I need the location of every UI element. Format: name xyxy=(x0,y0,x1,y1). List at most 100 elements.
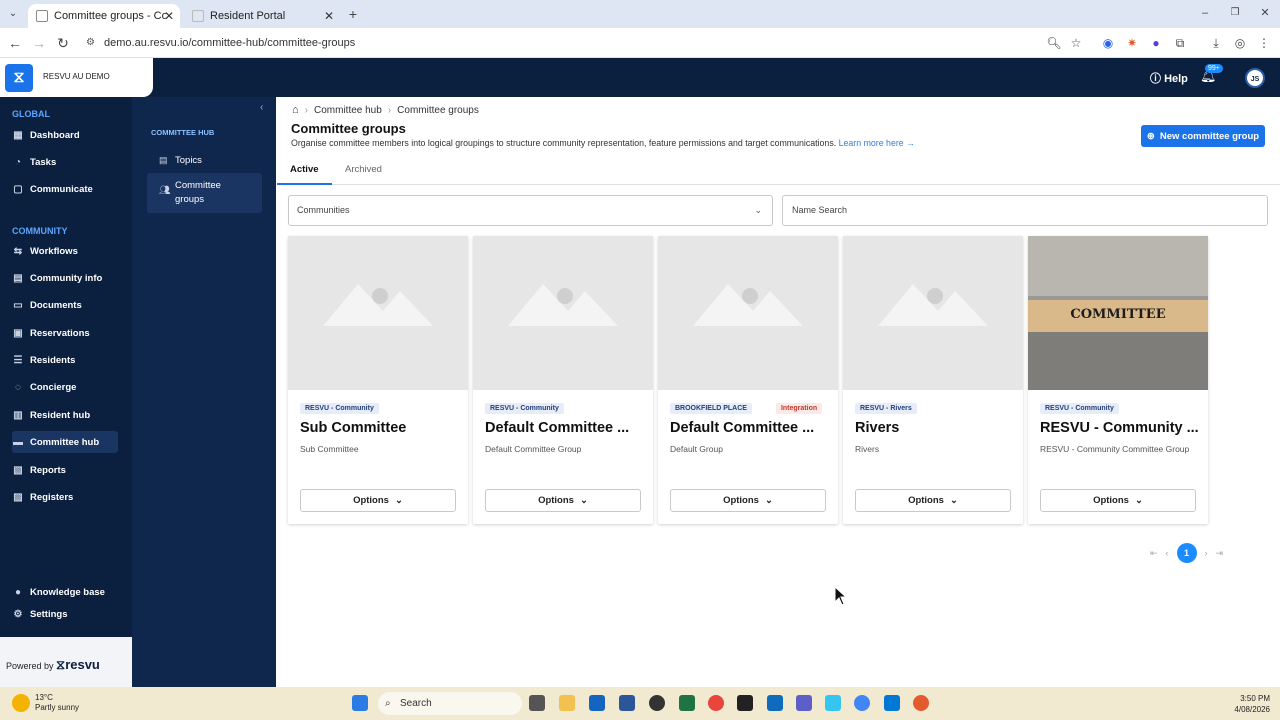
maximize-icon[interactable]: ❐ xyxy=(1226,4,1244,22)
weather-sun-icon xyxy=(12,694,30,712)
system-clock[interactable]: 3:50 PM 4/08/2026 xyxy=(1234,693,1270,715)
weather-widget[interactable]: 13°C Partly sunny xyxy=(12,693,79,713)
collapse-sidebar-icon[interactable]: ‹ xyxy=(260,102,263,113)
options-button[interactable]: Options ⌄ xyxy=(670,489,826,512)
name-search-input[interactable]: Name Search xyxy=(782,195,1268,226)
snipping-tool-icon[interactable] xyxy=(884,695,900,711)
committee-group-card[interactable]: RESVU - Rivers Rivers Rivers Options ⌄ xyxy=(843,236,1023,524)
home-icon[interactable]: ⌂ xyxy=(292,104,299,116)
next-page-icon[interactable]: › xyxy=(1205,548,1208,558)
sidebar-item-reservations[interactable]: ▣ Reservations xyxy=(12,322,118,344)
sidebar-item-resident-hub[interactable]: ▥ Resident hub xyxy=(12,404,118,426)
excel-icon[interactable] xyxy=(679,695,695,711)
options-button[interactable]: Options ⌄ xyxy=(855,489,1011,512)
options-button[interactable]: Options ⌄ xyxy=(1040,489,1196,512)
extension-1-icon[interactable]: ◉ xyxy=(1100,35,1116,51)
forward-icon[interactable]: → xyxy=(30,34,48,52)
sidebar-item-tasks[interactable]: ◔ Tasks xyxy=(12,151,118,173)
committee-group-card[interactable]: RESVU - Community Default Committee ... … xyxy=(473,236,653,524)
windows-taskbar: 13°C Partly sunny ⌕ Search 3:50 PM 4/08/2… xyxy=(0,687,1280,720)
sidebar-item-dashboard[interactable]: ▦ Dashboard xyxy=(12,124,118,146)
placeholder-image-icon xyxy=(288,236,468,390)
sidebar-item-label: Committee hub xyxy=(30,436,100,448)
subnav-item-committee-groups[interactable]: 👥︎ Committee groups xyxy=(147,173,262,213)
previous-page-icon[interactable]: ‹ xyxy=(1166,548,1169,558)
sidebar-item-concierge[interactable]: ◌ Concierge xyxy=(12,376,118,398)
new-committee-group-button[interactable]: ⊕ New committee group xyxy=(1141,125,1265,147)
browser-menu-icon[interactable]: ⋮ xyxy=(1256,35,1272,51)
sidebar-item-reports[interactable]: ▧ Reports xyxy=(12,459,118,481)
bookmark-star-icon[interactable]: ☆ xyxy=(1068,35,1084,51)
browser-tab-resident-portal[interactable]: Resident Portal ✕ xyxy=(184,4,340,28)
close-window-icon[interactable]: ✕ xyxy=(1256,4,1274,22)
taskbar-search[interactable]: ⌕ Search xyxy=(378,692,522,715)
sidebar-item-label: Residents xyxy=(30,354,76,366)
help-button[interactable]: ⓘ Help xyxy=(1150,70,1188,86)
extensions-puzzle-icon[interactable]: ⧉ xyxy=(1172,35,1188,51)
extension-2-icon[interactable]: ✷ xyxy=(1124,35,1140,51)
minimize-icon[interactable]: – xyxy=(1196,4,1214,22)
tab-active[interactable]: Active xyxy=(277,157,332,185)
page-number-current[interactable]: 1 xyxy=(1176,543,1197,563)
browser-tab-active[interactable]: Committee groups - Committe ✕ xyxy=(28,4,180,28)
last-page-icon[interactable]: ⇥ xyxy=(1216,548,1224,559)
task-view-icon[interactable] xyxy=(529,695,545,711)
remote-desktop-icon[interactable] xyxy=(767,695,783,711)
learn-more-link[interactable]: Learn more here → xyxy=(839,138,915,148)
chrome-active-icon[interactable] xyxy=(854,695,870,711)
first-page-icon[interactable]: ⇤ xyxy=(1150,548,1158,559)
tab-title: Committee groups - Committe xyxy=(54,10,166,22)
close-tab-icon[interactable]: ✕ xyxy=(164,9,174,23)
communities-dropdown[interactable]: Communities ⌄ xyxy=(288,195,773,226)
committee-group-card[interactable]: BROOKFIELD PLACE Integration Default Com… xyxy=(658,236,838,524)
app-icon[interactable] xyxy=(649,695,665,711)
sidebar-item-registers[interactable]: ▨ Registers xyxy=(12,486,118,508)
download-icon[interactable]: ⤓ xyxy=(1208,35,1224,51)
file-explorer-icon[interactable] xyxy=(559,695,575,711)
committee-group-card[interactable]: COMMITTEE RESVU - Community RESVU - Comm… xyxy=(1028,236,1208,524)
workflows-icon: ⇆ xyxy=(13,245,23,257)
reload-icon[interactable]: ↻ xyxy=(54,34,72,52)
subnav-item-label: Committee groups xyxy=(175,180,221,205)
claude-icon[interactable] xyxy=(913,695,929,711)
sidebar-item-settings[interactable]: ⚙ Settings xyxy=(12,603,118,625)
url-field[interactable]: ⚙ demo.au.resvu.io/committee-hub/committ… xyxy=(80,32,1094,54)
sidebar-item-communicate[interactable]: ▢ Communicate xyxy=(12,178,118,200)
terminal-icon[interactable] xyxy=(737,695,753,711)
weather-text: Partly sunny xyxy=(35,703,80,712)
sidebar-item-community-info[interactable]: ▤ Community info xyxy=(12,267,118,289)
browser-tab-strip: ⌄ Committee groups - Committe ✕ Resident… xyxy=(0,0,1280,28)
site-info-icon[interactable]: ⚙ xyxy=(86,32,95,54)
word-icon[interactable] xyxy=(619,695,635,711)
committee-group-card[interactable]: RESVU - Community Sub Committee Sub Comm… xyxy=(288,236,468,524)
slack-icon[interactable] xyxy=(825,695,841,711)
breadcrumb-committee-hub[interactable]: Committee hub xyxy=(314,105,382,116)
windows-start-icon[interactable] xyxy=(352,695,368,711)
zoom-icon[interactable]: 🔍︎ xyxy=(1046,35,1062,51)
subnav-item-topics[interactable]: ▤ Topics xyxy=(147,149,262,172)
profile-icon[interactable]: ◎ xyxy=(1232,35,1248,51)
options-button[interactable]: Options ⌄ xyxy=(485,489,641,512)
brand-block[interactable]: ⧖ RESVU AU DEMO xyxy=(0,58,153,97)
registers-icon: ▨ xyxy=(13,491,23,503)
teams-icon[interactable] xyxy=(796,695,812,711)
powered-by-label: Powered by xyxy=(6,661,54,671)
sidebar-item-label: Settings xyxy=(30,608,68,620)
outlook-icon[interactable] xyxy=(589,695,605,711)
chrome-icon[interactable] xyxy=(708,695,724,711)
tab-archived[interactable]: Archived xyxy=(332,157,395,185)
tab-list-icon[interactable]: ⌄ xyxy=(4,5,22,23)
options-button[interactable]: Options ⌄ xyxy=(300,489,456,512)
sidebar-item-workflows[interactable]: ⇆ Workflows xyxy=(12,240,118,262)
reservations-icon: ▣ xyxy=(13,327,23,339)
sidebar-item-documents[interactable]: ▭ Documents xyxy=(12,294,118,316)
resvu-logo-icon: ⧖ xyxy=(5,64,33,92)
sidebar-item-residents[interactable]: ☰ Residents xyxy=(12,349,118,371)
new-tab-icon[interactable]: + xyxy=(344,5,362,23)
user-avatar[interactable]: JS xyxy=(1245,68,1265,88)
sidebar-item-knowledge-base[interactable]: ● Knowledge base xyxy=(12,581,118,603)
extension-3-icon[interactable]: ● xyxy=(1148,35,1164,51)
close-tab-icon[interactable]: ✕ xyxy=(324,9,334,23)
back-icon[interactable]: ← xyxy=(6,34,24,52)
sidebar-item-committee-hub[interactable]: ▬ Committee hub xyxy=(12,431,118,453)
